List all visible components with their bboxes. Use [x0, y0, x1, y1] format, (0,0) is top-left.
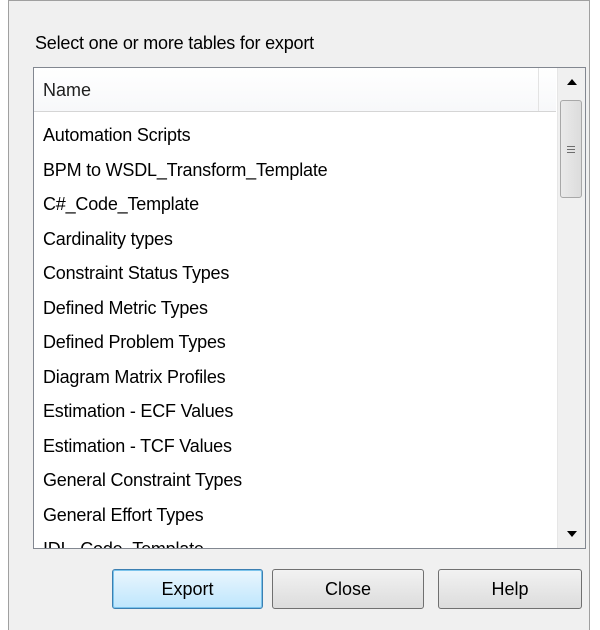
list-item[interactable]: Cardinality types	[34, 222, 556, 257]
list-header: Name	[34, 68, 556, 112]
list-item[interactable]: Automation Scripts	[34, 118, 556, 153]
list-item[interactable]: IDL_Code_Template	[34, 532, 556, 548]
scroll-down-button[interactable]	[558, 520, 585, 548]
list-item[interactable]: Estimation - ECF Values	[34, 394, 556, 429]
list-item[interactable]: Defined Problem Types	[34, 325, 556, 360]
scroll-down-arrow-icon	[566, 531, 577, 537]
close-button[interactable]: Close	[272, 569, 424, 609]
column-header-label: Name	[43, 80, 92, 100]
list-item[interactable]: Defined Metric Types	[34, 291, 556, 326]
list-item[interactable]: General Effort Types	[34, 498, 556, 533]
list-item[interactable]: Constraint Status Types	[34, 256, 556, 291]
export-tables-dialog: Select one or more tables for export Nam…	[8, 0, 590, 630]
list-item[interactable]: Diagram Matrix Profiles	[34, 360, 556, 395]
list-item[interactable]: BPM to WSDL_Transform_Template	[34, 153, 556, 188]
column-header-name[interactable]: Name	[34, 68, 539, 111]
group-label: Select one or more tables for export	[35, 33, 314, 53]
scroll-up-button[interactable]	[558, 68, 585, 96]
scroll-up-arrow-icon	[566, 79, 577, 85]
list-item[interactable]: Estimation - TCF Values	[34, 429, 556, 464]
list-item[interactable]: General Constraint Types	[34, 463, 556, 498]
help-button[interactable]: Help	[438, 569, 582, 609]
vertical-scrollbar[interactable]	[557, 68, 585, 548]
list-rows: Automation Scripts BPM to WSDL_Transform…	[34, 118, 556, 548]
list-item[interactable]: C#_Code_Template	[34, 187, 556, 222]
export-button[interactable]: Export	[112, 569, 263, 609]
scrollbar-grip-icon	[567, 145, 575, 153]
scrollbar-thumb[interactable]	[560, 100, 582, 198]
tables-listview[interactable]: Name Automation Scripts BPM to WSDL_Tran…	[33, 67, 586, 549]
